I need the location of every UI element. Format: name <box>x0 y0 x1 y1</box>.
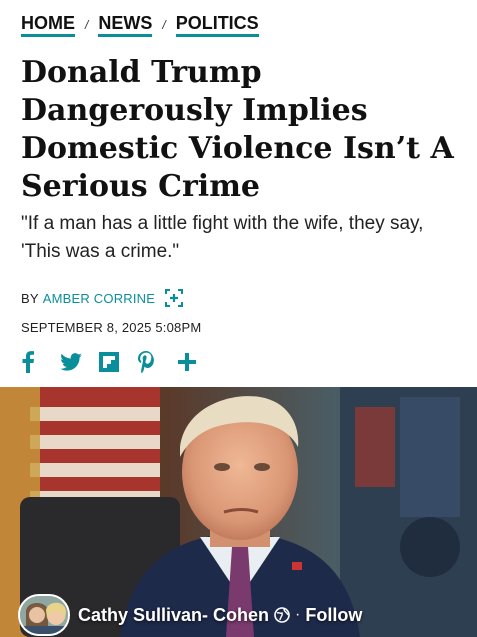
article-date: SEPTEMBER 8, 2025 5:08PM <box>21 320 202 335</box>
byline: BY AMBER CORRINE <box>21 289 184 307</box>
separator-dot: · <box>295 606 301 623</box>
follow-button[interactable]: Follow <box>305 605 362 626</box>
facebook-post-header: Cathy Sullivan- Cohen · Follow <box>18 594 362 636</box>
share-bar <box>21 348 216 376</box>
avatar[interactable] <box>18 594 70 636</box>
breadcrumb: HOME / NEWS / POLITICS <box>21 12 259 37</box>
follow-author-icon[interactable] <box>165 289 184 307</box>
flipboard-icon[interactable] <box>99 348 138 376</box>
breadcrumb-separator: / <box>85 17 89 32</box>
article-headline: Donald Trump Dangerously Implies Domesti… <box>21 55 454 204</box>
pinterest-icon[interactable] <box>138 348 177 376</box>
breadcrumb-separator: / <box>162 17 166 32</box>
twitter-icon[interactable] <box>60 348 99 376</box>
breadcrumb-home[interactable]: HOME <box>21 12 75 37</box>
facebook-icon[interactable] <box>21 348 60 376</box>
breadcrumb-news[interactable]: NEWS <box>98 12 153 37</box>
author-link[interactable]: AMBER CORRINE <box>43 291 155 306</box>
plus-icon[interactable] <box>177 348 216 376</box>
breadcrumb-politics[interactable]: POLITICS <box>175 12 259 37</box>
poster-name[interactable]: Cathy Sullivan- Cohen <box>78 605 269 626</box>
article-dek: "If a man has a little fight with the wi… <box>21 213 424 262</box>
globe-icon <box>274 607 290 623</box>
byline-prefix: BY <box>21 290 39 306</box>
